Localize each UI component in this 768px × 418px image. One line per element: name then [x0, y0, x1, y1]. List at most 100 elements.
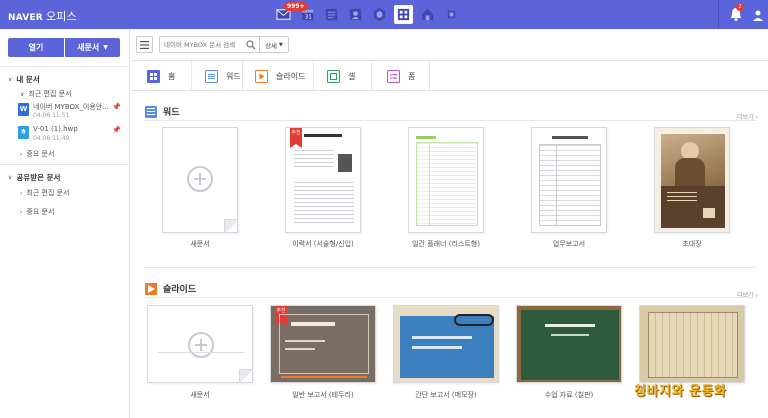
- tab-label: 워드: [226, 71, 241, 81]
- slide-section-icon: [145, 282, 157, 295]
- file-name: 네이버 MYBOX_이용안...: [33, 103, 109, 111]
- memo-icon[interactable]: [322, 5, 341, 24]
- notification-badge: 2: [736, 3, 744, 11]
- memo-slide-page: [393, 305, 499, 383]
- app-name: 오피스: [45, 10, 77, 23]
- detail-label: 상세: [265, 41, 278, 50]
- tab-label: 셀: [348, 71, 356, 81]
- tab-word[interactable]: 워드: [205, 67, 241, 85]
- word-section-icon: [145, 105, 157, 118]
- vintage-slide-page: [639, 305, 745, 383]
- shared-docs-label: 공유받은 문서: [16, 173, 61, 182]
- report-doc-page: [531, 127, 607, 233]
- tab-home[interactable]: 홈: [147, 67, 175, 85]
- tab-separator: [371, 61, 372, 91]
- planner-doc-page: [408, 127, 484, 233]
- template-label: 간단 보고서 (메모장): [415, 391, 477, 399]
- template-thumbnail: [392, 127, 500, 233]
- word-icon: [205, 69, 218, 83]
- hwp-file-icon: ㅎ: [18, 126, 29, 139]
- hamburger-icon: [140, 40, 149, 49]
- chevron-right-icon: ›: [20, 208, 23, 216]
- pin-icon[interactable]: 📌: [112, 126, 121, 134]
- svg-text:31: 31: [305, 15, 313, 21]
- template-thumbnail: [638, 127, 746, 233]
- sidebar-divider: [0, 66, 130, 67]
- sidebar-shared-important[interactable]: › 중요 문서: [20, 207, 54, 217]
- template-label: 이력서 (서술형/신입): [292, 240, 354, 248]
- tab-separator: [242, 61, 243, 91]
- file-date: 04.06 11:49: [33, 135, 70, 142]
- important-label: 중요 문서: [26, 150, 55, 158]
- slide-icon: [255, 69, 268, 83]
- home-grid-icon: [147, 69, 160, 83]
- search-input[interactable]: [164, 40, 244, 50]
- tab-separator: [313, 61, 314, 91]
- shared-important-label: 중요 문서: [26, 208, 55, 216]
- template-label: 일반 보고서 (테두리): [292, 391, 354, 399]
- open-button[interactable]: 열기: [8, 38, 64, 57]
- slide-section-title: 슬라이드: [145, 282, 196, 295]
- word-section-title: 워드: [145, 105, 180, 118]
- section-divider: [145, 267, 757, 268]
- sidebar-divider: [0, 164, 130, 165]
- sidebar-shared-docs[interactable]: ∨ 공유받은 문서: [8, 172, 60, 183]
- cell-icon: [327, 69, 340, 83]
- hamburger-menu-button[interactable]: [136, 36, 153, 53]
- my-docs-label: 내 문서: [16, 75, 40, 84]
- watermark-text: 청바지와 운동화: [634, 384, 727, 399]
- tab-separator: [191, 61, 192, 91]
- tab-slide[interactable]: 슬라이드: [255, 67, 305, 85]
- chalkboard-slide-page: [516, 305, 622, 383]
- page-fold: [239, 369, 252, 382]
- report-slide-page: 추천: [270, 305, 376, 383]
- tab-label: 폼: [408, 71, 416, 81]
- tab-form[interactable]: 폼: [387, 67, 415, 85]
- contacts-icon[interactable]: [346, 5, 365, 24]
- recent-file-item[interactable]: W 네이버 MYBOX_이용안... 04.06 11:51 📌: [18, 102, 123, 122]
- sidebar-recent[interactable]: ∨ 최근 편집 문서: [20, 89, 72, 99]
- sidebar-my-docs[interactable]: ∨ 내 문서: [8, 74, 40, 85]
- mail-badge: 999+: [284, 2, 308, 11]
- template-thumbnail: [515, 127, 623, 233]
- cloud-icon[interactable]: [370, 5, 389, 24]
- template-label: 수업 자료 (칠판): [544, 391, 594, 399]
- sidebar-important[interactable]: › 중요 문서: [20, 149, 54, 159]
- section-title-text: 워드: [163, 108, 180, 118]
- template-thumbnail: [146, 127, 254, 233]
- section-divider: [145, 297, 757, 298]
- recent-file-item[interactable]: ㅎ V-01 (1).hwp 04.06 11:49 📌: [18, 125, 123, 145]
- office-icon[interactable]: [394, 5, 413, 24]
- chevron-down-icon: ∨: [20, 90, 25, 98]
- more-icon[interactable]: [442, 5, 461, 24]
- plus-icon: [188, 332, 214, 358]
- template-thumbnail: 추천: [269, 127, 377, 233]
- user-avatar-icon[interactable]: [752, 9, 764, 21]
- tab-cell[interactable]: 셀: [327, 67, 355, 85]
- pin-icon[interactable]: 📌: [112, 103, 121, 111]
- file-date: 04.06 11:51: [33, 112, 70, 119]
- recent-label: 최근 편집 문서: [28, 90, 72, 98]
- tab-label: 슬라이드: [276, 71, 306, 81]
- chevron-right-icon: ›: [20, 150, 23, 158]
- detail-search-button[interactable]: 상세 ▼: [260, 36, 289, 53]
- section-divider: [145, 120, 757, 121]
- sidebar-shared-recent[interactable]: › 최근 편집 문서: [20, 188, 70, 198]
- naver-office-logo[interactable]: NAVER 오피스: [8, 8, 77, 24]
- template-label: 새문서: [190, 240, 210, 248]
- brand-name: NAVER: [8, 13, 43, 23]
- search-icon[interactable]: [246, 40, 256, 50]
- caret-down-icon: ▼: [279, 41, 283, 48]
- page-fold: [224, 219, 237, 232]
- sidebar: 열기 새문서 ▼ ∨ 내 문서 ∨ 최근 편집 문서 W 네이버 MYBOX_이용안.…: [0, 29, 130, 418]
- new-document-button[interactable]: 새문서 ▼: [65, 38, 120, 57]
- home-icon[interactable]: [418, 5, 437, 24]
- plus-icon: [187, 166, 213, 192]
- recommend-ribbon: 추천: [290, 128, 302, 148]
- main-content: 상세▼ 홈 워드 슬라이드 셀 폼 워드 더보기 ›: [131, 29, 768, 418]
- resume-doc-page: 추천: [285, 127, 361, 233]
- template-label: 일간 플래너 (리스트형): [412, 240, 480, 248]
- chevron-right-icon: ›: [20, 189, 23, 197]
- template-label: 초대장: [682, 240, 702, 248]
- file-name: V-01 (1).hwp: [33, 125, 78, 133]
